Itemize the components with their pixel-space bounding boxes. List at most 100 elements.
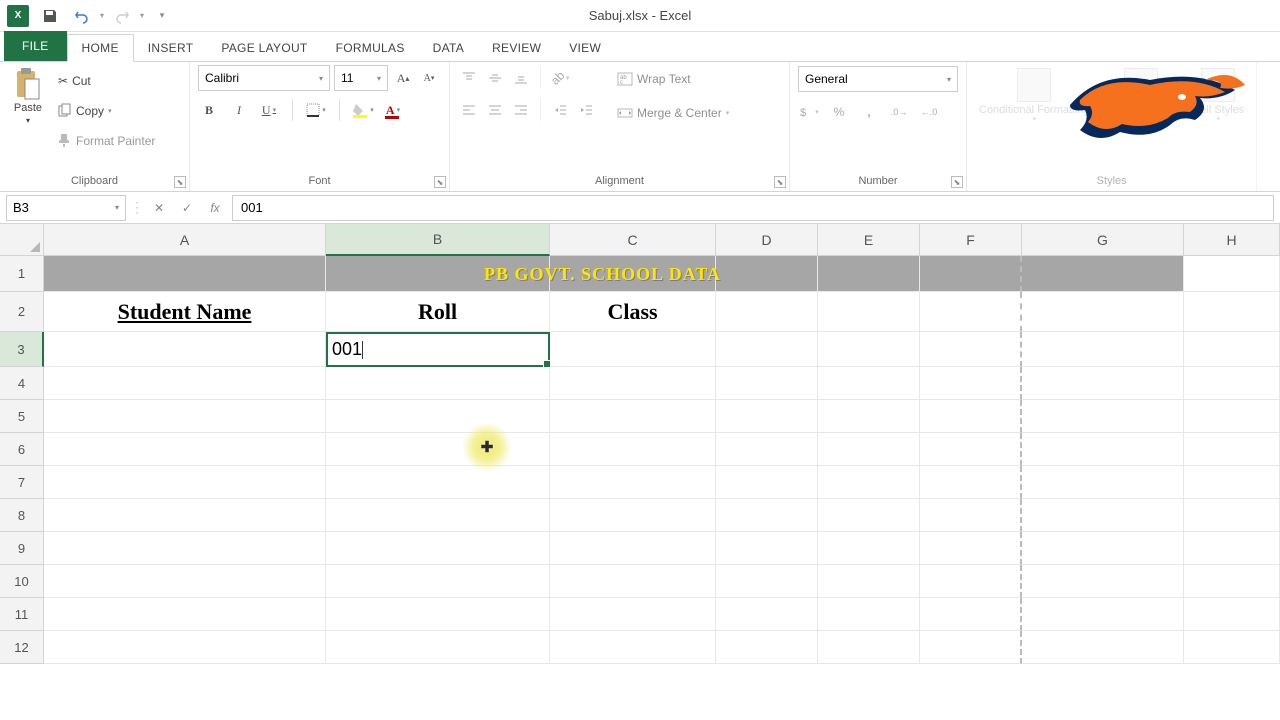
cell-A2[interactable]: Student Name xyxy=(44,292,326,332)
accounting-format-icon[interactable]: $ xyxy=(798,101,820,123)
cell-G12[interactable] xyxy=(1022,631,1184,664)
cell-B2[interactable]: Roll xyxy=(326,292,550,332)
cell-B5[interactable] xyxy=(326,400,550,433)
cell-A8[interactable] xyxy=(44,499,326,532)
cell-C9[interactable] xyxy=(550,532,716,565)
cell-G5[interactable] xyxy=(1022,400,1184,433)
column-header-C[interactable]: C xyxy=(550,224,716,256)
cell-H7[interactable] xyxy=(1184,466,1280,499)
cell-F4[interactable] xyxy=(920,367,1022,400)
cell-C3[interactable] xyxy=(550,332,716,367)
increase-decimal-icon[interactable]: .0→ xyxy=(888,101,910,123)
cell-A1[interactable] xyxy=(44,256,326,292)
italic-button[interactable]: I xyxy=(228,99,250,121)
cut-button[interactable]: ✂Cut xyxy=(54,68,159,94)
paste-button[interactable]: Paste▾ xyxy=(8,66,48,128)
borders-button[interactable] xyxy=(305,99,327,121)
row-header-7[interactable]: 7 xyxy=(0,466,44,499)
orientation-icon[interactable]: ab xyxy=(549,67,571,89)
cell-D10[interactable] xyxy=(716,565,818,598)
tab-formulas[interactable]: FORMULAS xyxy=(322,35,419,61)
column-header-D[interactable]: D xyxy=(716,224,818,256)
cell-F7[interactable] xyxy=(920,466,1022,499)
cell-G2[interactable] xyxy=(1022,292,1184,332)
cell-D3[interactable] xyxy=(716,332,818,367)
cell-H8[interactable] xyxy=(1184,499,1280,532)
align-middle-icon[interactable] xyxy=(484,67,506,89)
cell-A9[interactable] xyxy=(44,532,326,565)
cell-F10[interactable] xyxy=(920,565,1022,598)
cell-C6[interactable] xyxy=(550,433,716,466)
cell-H5[interactable] xyxy=(1184,400,1280,433)
cell-B10[interactable] xyxy=(326,565,550,598)
cell-H4[interactable] xyxy=(1184,367,1280,400)
cell-E3[interactable] xyxy=(818,332,920,367)
cell-A3[interactable] xyxy=(44,332,326,367)
align-center-icon[interactable] xyxy=(484,99,506,121)
cell-A11[interactable] xyxy=(44,598,326,631)
cell-F2[interactable] xyxy=(920,292,1022,332)
cell-E5[interactable] xyxy=(818,400,920,433)
cell-H9[interactable] xyxy=(1184,532,1280,565)
cell-H1[interactable] xyxy=(1184,256,1280,292)
font-launcher-icon[interactable]: ⬊ xyxy=(434,176,446,188)
cell-D6[interactable] xyxy=(716,433,818,466)
cell-G3[interactable] xyxy=(1022,332,1184,367)
save-icon[interactable] xyxy=(36,3,64,29)
cell-E4[interactable] xyxy=(818,367,920,400)
cell-C10[interactable] xyxy=(550,565,716,598)
cell-C7[interactable] xyxy=(550,466,716,499)
redo-icon[interactable] xyxy=(108,3,136,29)
cell-H11[interactable] xyxy=(1184,598,1280,631)
cell-F9[interactable] xyxy=(920,532,1022,565)
alignment-launcher-icon[interactable]: ⬊ xyxy=(774,176,786,188)
row-header-9[interactable]: 9 xyxy=(0,532,44,565)
cell-D1[interactable] xyxy=(716,256,818,292)
cell-C2[interactable]: Class xyxy=(550,292,716,332)
cell-A5[interactable] xyxy=(44,400,326,433)
percent-style-icon[interactable]: % xyxy=(828,101,850,123)
cell-C4[interactable] xyxy=(550,367,716,400)
cell-E6[interactable] xyxy=(818,433,920,466)
align-left-icon[interactable] xyxy=(458,99,480,121)
cell-E7[interactable] xyxy=(818,466,920,499)
clipboard-launcher-icon[interactable]: ⬊ xyxy=(174,176,186,188)
row-header-2[interactable]: 2 xyxy=(0,292,44,332)
cell-H6[interactable] xyxy=(1184,433,1280,466)
cell-B12[interactable] xyxy=(326,631,550,664)
cell-G6[interactable] xyxy=(1022,433,1184,466)
cell-A4[interactable] xyxy=(44,367,326,400)
cell-E8[interactable] xyxy=(818,499,920,532)
cell-D7[interactable] xyxy=(716,466,818,499)
enter-edit-icon[interactable]: ✓ xyxy=(174,195,200,221)
cell-F5[interactable] xyxy=(920,400,1022,433)
cell-G8[interactable] xyxy=(1022,499,1184,532)
name-box[interactable]: B3▾ xyxy=(6,195,126,221)
format-painter-button[interactable]: Format Painter xyxy=(54,128,159,154)
align-right-icon[interactable] xyxy=(510,99,532,121)
row-header-6[interactable]: 6 xyxy=(0,433,44,466)
cell-G7[interactable] xyxy=(1022,466,1184,499)
cell-G4[interactable] xyxy=(1022,367,1184,400)
tab-data[interactable]: DATA xyxy=(419,35,478,61)
cell-B8[interactable] xyxy=(326,499,550,532)
cell-D9[interactable] xyxy=(716,532,818,565)
tab-file[interactable]: FILE xyxy=(4,31,67,61)
underline-button[interactable]: U xyxy=(258,99,280,121)
cell-D11[interactable] xyxy=(716,598,818,631)
tab-view[interactable]: VIEW xyxy=(555,35,615,61)
cell-C12[interactable] xyxy=(550,631,716,664)
cell-F12[interactable] xyxy=(920,631,1022,664)
cell-E9[interactable] xyxy=(818,532,920,565)
undo-icon[interactable] xyxy=(68,3,96,29)
comma-style-icon[interactable]: , xyxy=(858,101,880,123)
cell-B3[interactable]: 001 xyxy=(326,332,550,367)
cell-D2[interactable] xyxy=(716,292,818,332)
cell-G1[interactable] xyxy=(1022,256,1184,292)
column-header-A[interactable]: A xyxy=(44,224,326,256)
column-header-B[interactable]: B xyxy=(326,224,550,256)
column-header-G[interactable]: G xyxy=(1022,224,1184,256)
increase-indent-icon[interactable] xyxy=(575,99,597,121)
cell-B7[interactable] xyxy=(326,466,550,499)
column-header-F[interactable]: F xyxy=(920,224,1022,256)
